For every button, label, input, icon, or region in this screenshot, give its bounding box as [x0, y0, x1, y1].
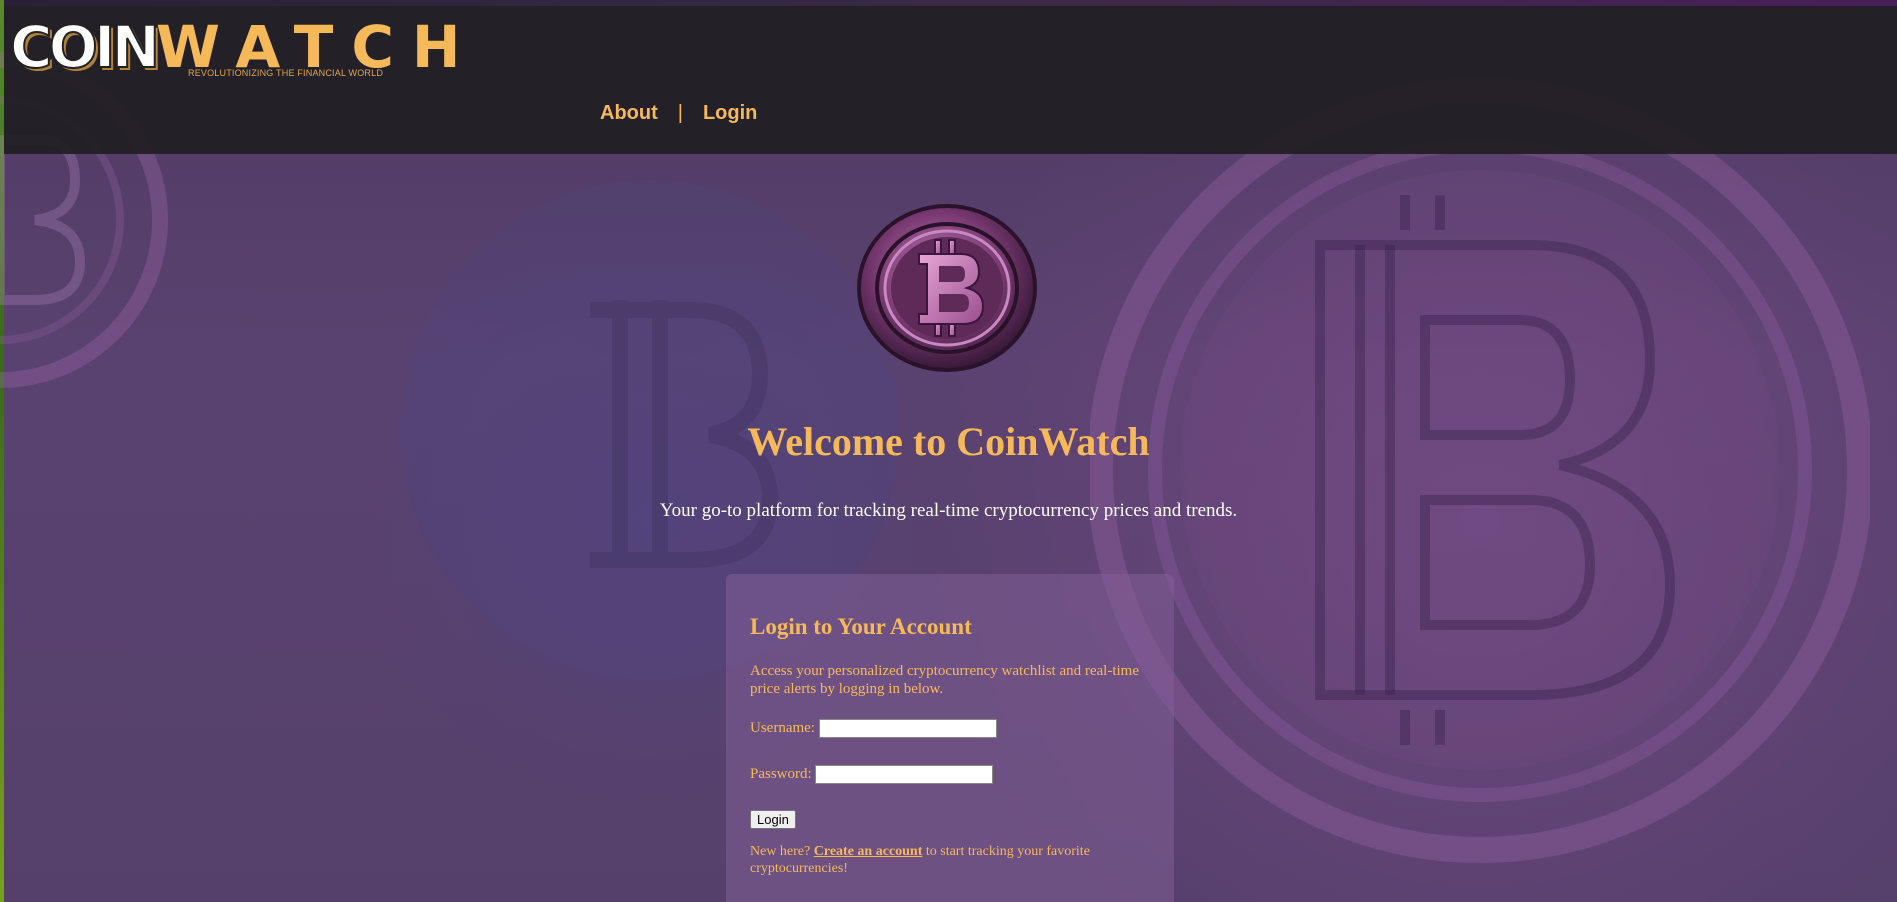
login-card: Login to Your Account Access your person…	[726, 574, 1174, 902]
nav-login-link[interactable]: Login	[703, 102, 757, 124]
page-subtitle: Your go-to platform for tracking real-ti…	[659, 500, 1238, 521]
site-header: COINWATCH REVOLUTIONIZING THE FINANCIAL …	[4, 6, 1897, 154]
nav-separator: |	[677, 102, 683, 124]
nav-about-link[interactable]: About	[600, 102, 658, 124]
login-description: Access your personalized cryptocurrency …	[750, 663, 1140, 697]
main-nav: About | Login	[600, 102, 757, 125]
signup-prefix: New here?	[750, 844, 811, 859]
login-submit-button[interactable]: Login	[750, 810, 796, 829]
bitcoin-coin-icon	[857, 204, 1037, 372]
username-row: Username:	[750, 718, 1150, 739]
password-label: Password:	[750, 766, 812, 782]
create-account-link[interactable]: Create an account	[814, 844, 923, 859]
logo-tagline: REVOLUTIONIZING THE FINANCIAL WORLD	[188, 68, 384, 78]
username-label: Username:	[750, 720, 815, 736]
password-field[interactable]	[815, 765, 994, 785]
page: COINWATCH REVOLUTIONIZING THE FINANCIAL …	[0, 0, 1897, 902]
username-field[interactable]	[818, 719, 997, 739]
page-title: Welcome to CoinWatch	[747, 419, 1150, 464]
bitcoin-watermark-icon	[1090, 77, 1870, 863]
login-heading: Login to Your Account	[750, 614, 972, 639]
logo-coin-text: COIN	[9, 12, 161, 82]
password-row: Password:	[750, 764, 1150, 785]
signup-prompt: New here? Create an account to start tra…	[750, 843, 1150, 877]
